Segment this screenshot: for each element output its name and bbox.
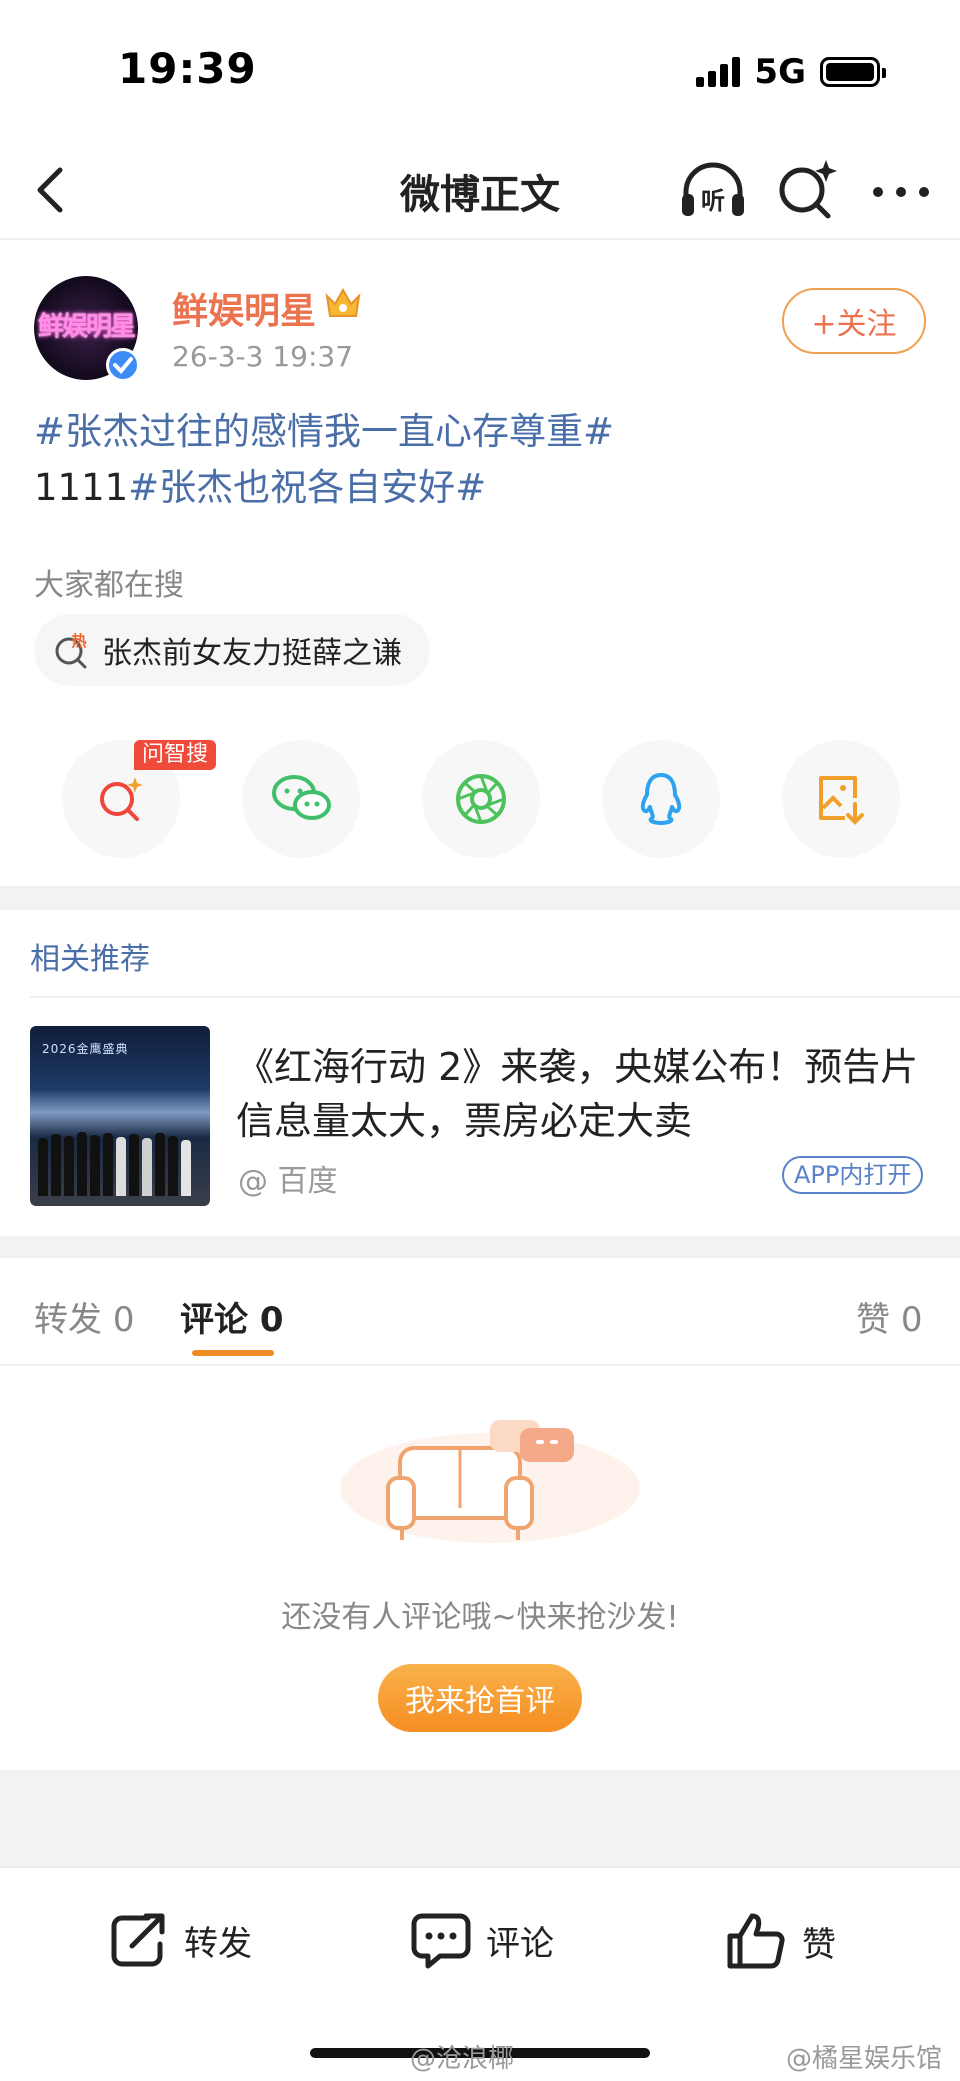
svg-text:听: 听 <box>701 187 725 215</box>
empty-comments-text: 还没有人评论哦~快来抢沙发! <box>281 1600 679 1635</box>
comment-button[interactable]: 评论 <box>410 1910 554 1970</box>
more-button[interactable] <box>866 162 936 222</box>
more-dots-icon <box>873 187 929 197</box>
repost-button[interactable]: 转发 <box>108 1910 252 1970</box>
comment-count: 0 <box>259 1300 284 1340</box>
share-moments-button[interactable] <box>422 740 540 858</box>
headphones-icon: 听 <box>682 162 744 216</box>
interaction-tabs: 转发 0 评论 0 赞 0 <box>0 1256 960 1366</box>
moments-icon <box>456 774 506 824</box>
post-time: 26-3-3 19:37 <box>172 340 354 373</box>
nav-bar: 微博正文 听 <box>0 140 960 240</box>
status-bar: 19:39 5G <box>0 0 960 140</box>
repost-count: 0 <box>112 1300 135 1340</box>
like-button[interactable]: 赞 <box>726 1910 836 1972</box>
recommend-source: @ 百度 <box>238 1164 338 1199</box>
repost-icon <box>111 1913 165 1967</box>
battery-icon <box>820 57 886 87</box>
hashtag-link[interactable]: #张杰也祝各自安好# <box>128 466 486 509</box>
avatar-logo-text: 鲜娱明星 <box>37 312 136 342</box>
open-in-app-button[interactable]: APP内打开 <box>782 1156 924 1194</box>
save-image-button[interactable] <box>782 740 900 858</box>
hot-search-icon: 热 <box>55 632 87 669</box>
divider <box>30 996 960 998</box>
recommend-title: 相关推荐 <box>30 942 150 977</box>
section-divider <box>0 886 960 910</box>
save-image-icon <box>819 776 864 825</box>
repost-label: 转发 <box>184 1923 252 1964</box>
crown-icon <box>325 287 361 317</box>
tab-like[interactable]: 赞 0 <box>856 1292 922 1341</box>
network-type: 5G <box>754 52 806 92</box>
watermark-right: @橘星娱乐馆 <box>786 2044 943 2074</box>
recommend-headline[interactable]: 《红海行动 2》来袭，央媒公布！预告片信息量太大，票房必定大卖 <box>236 1040 926 1148</box>
listen-button[interactable]: 听 <box>678 158 748 222</box>
signal-icon <box>696 57 741 87</box>
comment-label: 评论 <box>486 1923 554 1964</box>
search-sparkle-icon <box>779 160 837 219</box>
first-comment-button[interactable]: 我来抢首评 <box>378 1664 582 1732</box>
status-indicators: 5G <box>696 52 886 92</box>
thumbnail-caption: 2026金鹰盛典 <box>42 1042 129 1056</box>
post-text: #张杰过往的感情我一直心存尊重# 1111#张杰也祝各自安好# <box>34 404 934 516</box>
tab-repost[interactable]: 转发 0 <box>34 1292 134 1341</box>
qq-icon <box>640 773 682 825</box>
hot-badge: 热 <box>71 632 86 650</box>
trending-item-text: 张杰前女友力挺薛之谦 <box>102 636 402 671</box>
share-wechat-button[interactable] <box>242 740 360 858</box>
trending-label: 大家都在搜 <box>34 568 184 603</box>
active-tab-indicator <box>192 1350 274 1356</box>
thumbnail-people <box>38 1132 191 1196</box>
status-time: 19:39 <box>118 44 257 93</box>
tab-comment[interactable]: 评论 0 <box>180 1292 284 1341</box>
empty-sofa-illustration <box>340 1420 640 1543</box>
follow-button[interactable]: +关注 <box>782 288 926 354</box>
trending-chip[interactable]: 热 张杰前女友力挺薛之谦 <box>34 614 430 686</box>
post-text-plain: 1111 <box>34 466 129 509</box>
username[interactable]: 鲜娱明星 <box>172 282 316 334</box>
bottom-gap <box>0 1770 960 1866</box>
share-qq-button[interactable] <box>602 740 720 858</box>
verified-badge-icon <box>106 348 140 382</box>
section-divider <box>0 1236 960 1258</box>
like-label: 赞 <box>802 1924 836 1965</box>
ai-search-button[interactable] <box>774 156 838 222</box>
hashtag-link[interactable]: #张杰过往的感情我一直心存尊重# <box>34 410 614 453</box>
recommend-thumbnail[interactable]: 2026金鹰盛典 <box>30 1026 210 1206</box>
like-count: 0 <box>900 1300 923 1340</box>
comment-icon <box>411 1913 471 1969</box>
wechat-icon <box>272 775 331 820</box>
watermark-left: @沧浪椰 <box>410 2044 515 2074</box>
thumbs-up-icon <box>727 1913 785 1969</box>
ai-search-badge: 问智搜 <box>134 740 217 770</box>
ai-search-icon <box>100 777 143 821</box>
